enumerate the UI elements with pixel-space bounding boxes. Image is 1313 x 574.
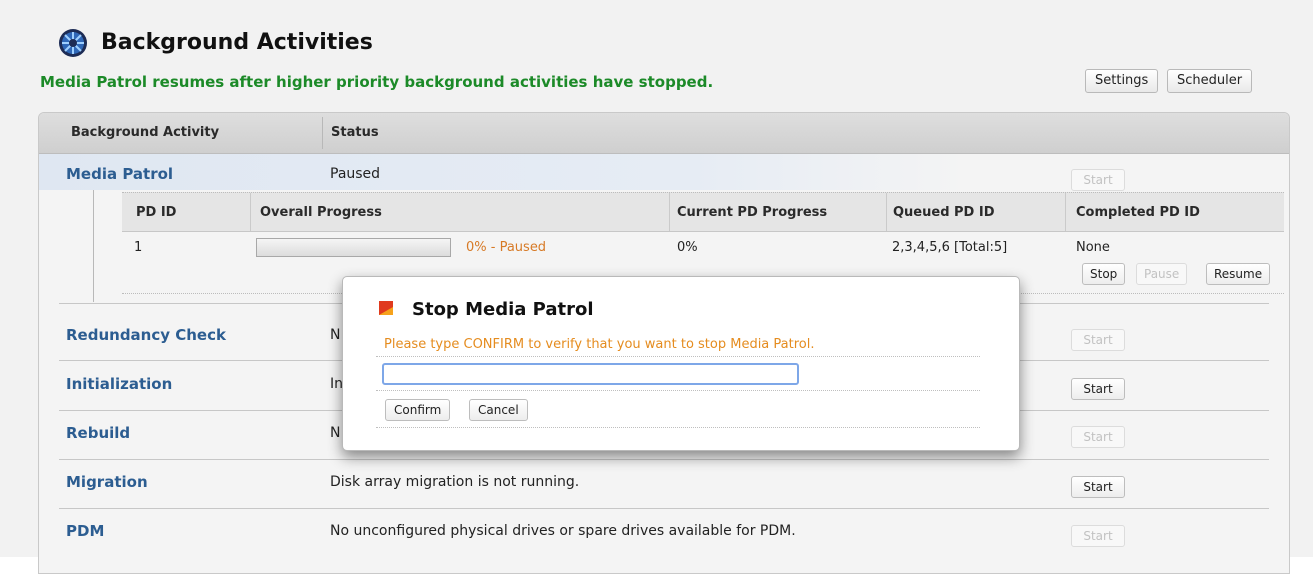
dialog-title: Stop Media Patrol bbox=[412, 299, 594, 320]
pause-button[interactable]: Pause bbox=[1136, 263, 1188, 285]
resume-button[interactable]: Resume bbox=[1206, 263, 1271, 285]
confirm-text-input[interactable] bbox=[382, 363, 799, 385]
stop-button[interactable]: Stop bbox=[1082, 263, 1126, 285]
activity-status-redundancy-check: N bbox=[330, 327, 341, 343]
subcol-divider bbox=[886, 193, 887, 231]
subcol-completed-pd-id: Completed PD ID bbox=[1076, 205, 1200, 220]
cell-queued-pd-id: 2,3,4,5,6 [Total:5] bbox=[892, 240, 1008, 255]
subcol-current-pd-progress: Current PD Progress bbox=[677, 205, 828, 220]
subcol-divider bbox=[669, 193, 670, 231]
start-button-redundancy-check[interactable]: Start bbox=[1071, 329, 1125, 351]
column-divider bbox=[322, 117, 323, 149]
stop-flag-icon bbox=[379, 301, 393, 315]
activity-status-pdm: No unconfigured physical drives or spare… bbox=[330, 523, 796, 539]
start-button-rebuild[interactable]: Start bbox=[1071, 426, 1125, 448]
start-button-initialization[interactable]: Start bbox=[1071, 378, 1125, 400]
dialog-divider bbox=[376, 356, 980, 358]
overall-progress-text: 0% - Paused bbox=[466, 240, 547, 255]
page-title: Background Activities bbox=[101, 30, 373, 55]
activity-name-initialization[interactable]: Initialization bbox=[66, 375, 172, 393]
table-header: Background Activity Status bbox=[39, 113, 1289, 154]
subcol-divider bbox=[250, 193, 251, 231]
subcol-queued-pd-id: Queued PD ID bbox=[893, 205, 995, 220]
row-separator bbox=[59, 459, 1269, 460]
dialog-divider bbox=[376, 390, 980, 392]
confirm-button[interactable]: Confirm bbox=[385, 399, 451, 421]
media-patrol-row-highlight bbox=[39, 154, 969, 190]
start-button-pdm[interactable]: Start bbox=[1071, 525, 1125, 547]
activity-status-migration: Disk array migration is not running. bbox=[330, 474, 580, 490]
row-separator bbox=[59, 508, 1269, 509]
cancel-button[interactable]: Cancel bbox=[469, 399, 528, 421]
page: Background Activities Media Patrol resum… bbox=[0, 0, 1313, 574]
activity-name-migration[interactable]: Migration bbox=[66, 473, 148, 491]
activity-name-pdm[interactable]: PDM bbox=[66, 522, 104, 540]
subcol-overall-progress: Overall Progress bbox=[260, 205, 382, 220]
globe-icon bbox=[58, 28, 88, 58]
column-header-activity: Background Activity bbox=[71, 125, 220, 140]
overall-progress-bar bbox=[256, 238, 451, 257]
activity-status-media-patrol: Paused bbox=[330, 166, 381, 182]
cell-completed-pd-id: None bbox=[1076, 240, 1110, 255]
start-button-migration[interactable]: Start bbox=[1071, 476, 1125, 498]
subtable-border bbox=[93, 190, 94, 302]
subcol-pd-id: PD ID bbox=[136, 205, 177, 220]
dialog-divider bbox=[376, 427, 980, 429]
activity-name-media-patrol[interactable]: Media Patrol bbox=[66, 165, 173, 183]
settings-button[interactable]: Settings bbox=[1085, 69, 1159, 93]
activity-name-redundancy-check[interactable]: Redundancy Check bbox=[66, 326, 226, 344]
subtable-header: PD ID Overall Progress Current PD Progre… bbox=[122, 192, 1284, 232]
notice-text: Media Patrol resumes after higher priori… bbox=[40, 73, 714, 91]
cell-pd-id: 1 bbox=[134, 240, 143, 255]
cell-current-pd-progress: 0% bbox=[677, 240, 698, 255]
stop-media-patrol-dialog: Stop Media Patrol Please type CONFIRM to… bbox=[342, 276, 1020, 451]
start-button-media-patrol[interactable]: Start bbox=[1071, 169, 1125, 191]
scheduler-button[interactable]: Scheduler bbox=[1167, 69, 1253, 93]
column-header-status: Status bbox=[331, 125, 379, 140]
dialog-message: Please type CONFIRM to verify that you w… bbox=[384, 337, 815, 352]
subcol-divider bbox=[1065, 193, 1066, 231]
activity-name-rebuild[interactable]: Rebuild bbox=[66, 424, 130, 442]
activity-status-rebuild: N bbox=[330, 425, 341, 441]
